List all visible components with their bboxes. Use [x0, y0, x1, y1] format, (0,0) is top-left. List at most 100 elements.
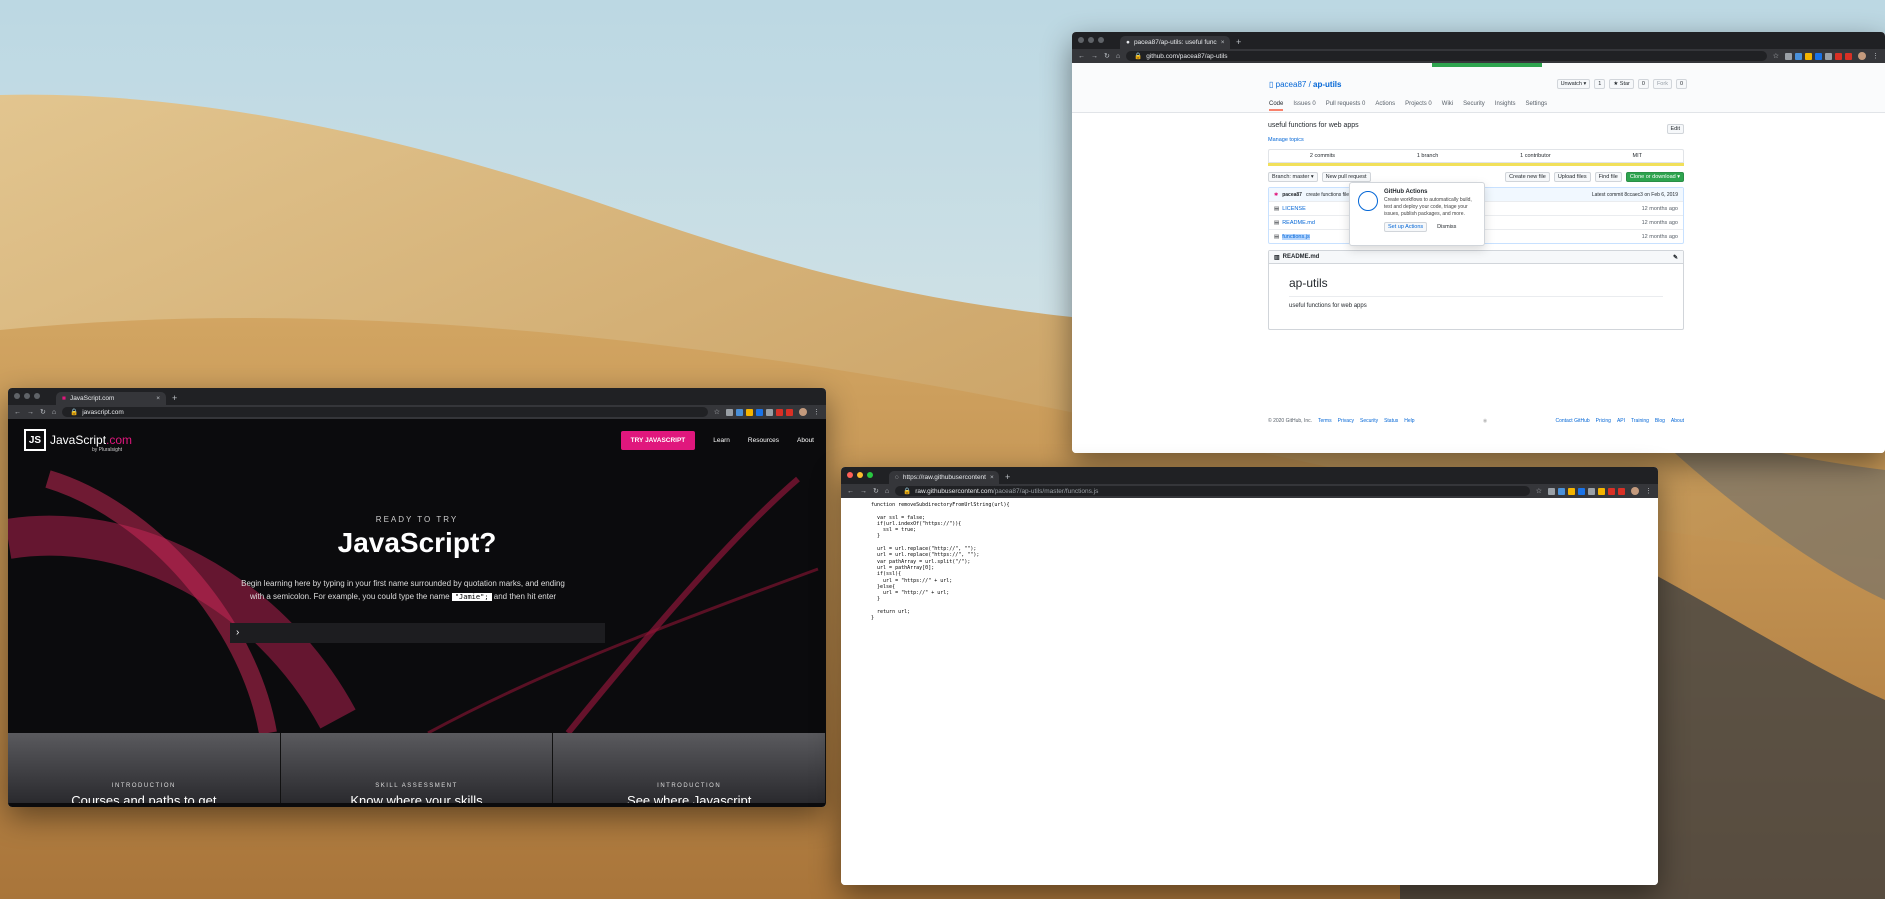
- minimize-window-icon[interactable]: [1088, 37, 1094, 43]
- maximize-window-icon[interactable]: [34, 393, 40, 399]
- extension-icon[interactable]: [1618, 487, 1625, 495]
- browser-tab[interactable]: ◌ https://raw.githubusercontent ×: [889, 471, 999, 484]
- new-pull-request-button[interactable]: New pull request: [1321, 172, 1371, 182]
- close-tab-icon[interactable]: ×: [990, 474, 994, 481]
- new-tab-icon[interactable]: +: [172, 392, 177, 405]
- maximize-window-icon[interactable]: [1098, 37, 1104, 43]
- extension-icon[interactable]: [1845, 52, 1852, 60]
- extension-icon[interactable]: [1558, 487, 1565, 495]
- extension-icon[interactable]: [1815, 52, 1822, 60]
- extension-icon[interactable]: [1805, 52, 1812, 60]
- star-button[interactable]: ★ Star: [1609, 79, 1634, 89]
- close-window-icon[interactable]: [847, 472, 853, 478]
- footer-link[interactable]: Security: [1360, 418, 1378, 424]
- create-file-button[interactable]: Create new file: [1505, 172, 1550, 182]
- setup-actions-button[interactable]: Set up Actions: [1384, 222, 1428, 232]
- menu-kebab-icon[interactable]: ⋮: [1645, 487, 1652, 495]
- extension-icon[interactable]: [736, 408, 743, 416]
- tab-issues[interactable]: Issues 0: [1293, 101, 1315, 111]
- reload-icon[interactable]: ↻: [1104, 52, 1110, 60]
- repo-owner-link[interactable]: pacea87: [1276, 80, 1307, 89]
- footer-link[interactable]: Help: [1404, 418, 1414, 424]
- extension-icon[interactable]: [1795, 52, 1802, 60]
- commit-message[interactable]: create functions file.: [1306, 192, 1350, 198]
- profile-avatar[interactable]: [1858, 52, 1866, 60]
- forward-icon[interactable]: →: [860, 488, 867, 495]
- extension-icon[interactable]: [1598, 487, 1605, 495]
- extensions[interactable]: [1548, 487, 1625, 495]
- footer-link[interactable]: About: [1671, 418, 1684, 424]
- maximize-window-icon[interactable]: [867, 472, 873, 478]
- footer-link[interactable]: API: [1617, 418, 1625, 424]
- code-input[interactable]: ›: [230, 623, 605, 643]
- license-link[interactable]: MIT: [1633, 153, 1642, 159]
- footer-link[interactable]: Terms: [1318, 418, 1332, 424]
- extension-icon[interactable]: [726, 408, 733, 416]
- extension-icon[interactable]: [1548, 487, 1555, 495]
- extension-icon[interactable]: [1568, 487, 1575, 495]
- forward-icon[interactable]: →: [1091, 53, 1098, 60]
- edit-description-button[interactable]: Edit: [1666, 124, 1684, 134]
- branches-link[interactable]: 1 branch: [1417, 153, 1438, 159]
- extension-icon[interactable]: [756, 408, 763, 416]
- browser-tab[interactable]: ● pacea87/ap-utils: useful func ×: [1120, 36, 1230, 49]
- close-tab-icon[interactable]: ×: [156, 395, 160, 402]
- find-file-button[interactable]: Find file: [1594, 172, 1622, 182]
- upload-files-button[interactable]: Upload files: [1553, 172, 1591, 182]
- extension-icon[interactable]: [776, 408, 783, 416]
- nav-learn-link[interactable]: Learn: [713, 437, 730, 444]
- close-tab-icon[interactable]: ×: [1221, 39, 1225, 46]
- repo-name-link[interactable]: ap-utils: [1313, 80, 1341, 89]
- extensions[interactable]: [1785, 52, 1852, 60]
- extension-icon[interactable]: [1608, 487, 1615, 495]
- close-window-icon[interactable]: [1078, 37, 1084, 43]
- avatar[interactable]: ✱: [1274, 192, 1278, 198]
- tab-settings[interactable]: Settings: [1526, 101, 1548, 111]
- site-brand[interactable]: JavaScript.com: [50, 433, 132, 447]
- menu-kebab-icon[interactable]: ⋮: [813, 408, 820, 416]
- watch-count[interactable]: 1: [1594, 79, 1606, 89]
- commits-link[interactable]: 2 commits: [1310, 153, 1335, 159]
- reload-icon[interactable]: ↻: [873, 487, 879, 495]
- extension-icon[interactable]: [1835, 52, 1842, 60]
- footer-link[interactable]: Contact GitHub: [1555, 418, 1589, 424]
- back-icon[interactable]: ←: [847, 488, 854, 495]
- github-logo-icon[interactable]: ◉: [1421, 418, 1550, 424]
- bookmark-star-icon[interactable]: ☆: [1536, 487, 1542, 495]
- extension-icon[interactable]: [1578, 487, 1585, 495]
- clone-download-button[interactable]: Clone or download ▾: [1625, 172, 1684, 182]
- footer-link[interactable]: Status: [1384, 418, 1398, 424]
- footer-link[interactable]: Blog: [1655, 418, 1665, 424]
- browser-tab[interactable]: ■ JavaScript.com ×: [56, 392, 166, 405]
- fork-count[interactable]: 0: [1675, 79, 1687, 89]
- nav-resources-link[interactable]: Resources: [748, 437, 779, 444]
- footer-link[interactable]: Training: [1631, 418, 1649, 424]
- extension-icon[interactable]: [1825, 52, 1832, 60]
- pencil-icon[interactable]: ✎: [1673, 254, 1678, 261]
- extension-icon[interactable]: [766, 408, 773, 416]
- nav-about-link[interactable]: About: [797, 437, 814, 444]
- new-tab-icon[interactable]: +: [1236, 36, 1241, 49]
- profile-avatar[interactable]: [1631, 487, 1639, 495]
- minimize-window-icon[interactable]: [24, 393, 30, 399]
- footer-link[interactable]: Privacy: [1338, 418, 1354, 424]
- address-bar[interactable]: 🔒 javascript.com: [62, 407, 708, 417]
- feature-card[interactable]: SKILL ASSESSMENT Know where your skills: [280, 733, 554, 803]
- reload-icon[interactable]: ↻: [40, 408, 46, 416]
- footer-link[interactable]: Pricing: [1596, 418, 1611, 424]
- window-controls[interactable]: [14, 393, 40, 399]
- home-icon[interactable]: ⌂: [52, 409, 56, 416]
- menu-kebab-icon[interactable]: ⋮: [1872, 52, 1879, 60]
- feature-card[interactable]: INTRODUCTION See where Javascript: [553, 733, 826, 803]
- profile-avatar[interactable]: [799, 408, 807, 416]
- back-icon[interactable]: ←: [14, 409, 21, 416]
- dismiss-button[interactable]: Dismiss: [1433, 222, 1461, 232]
- new-tab-icon[interactable]: +: [1005, 471, 1010, 484]
- tab-wiki[interactable]: Wiki: [1442, 101, 1453, 111]
- forward-icon[interactable]: →: [27, 409, 34, 416]
- address-bar[interactable]: 🔒 raw.githubusercontent.com/pacea87/ap-u…: [895, 486, 1530, 496]
- home-icon[interactable]: ⌂: [885, 488, 889, 495]
- extension-icon[interactable]: [746, 408, 753, 416]
- bookmark-star-icon[interactable]: ☆: [1773, 52, 1779, 60]
- tab-security[interactable]: Security: [1463, 101, 1485, 111]
